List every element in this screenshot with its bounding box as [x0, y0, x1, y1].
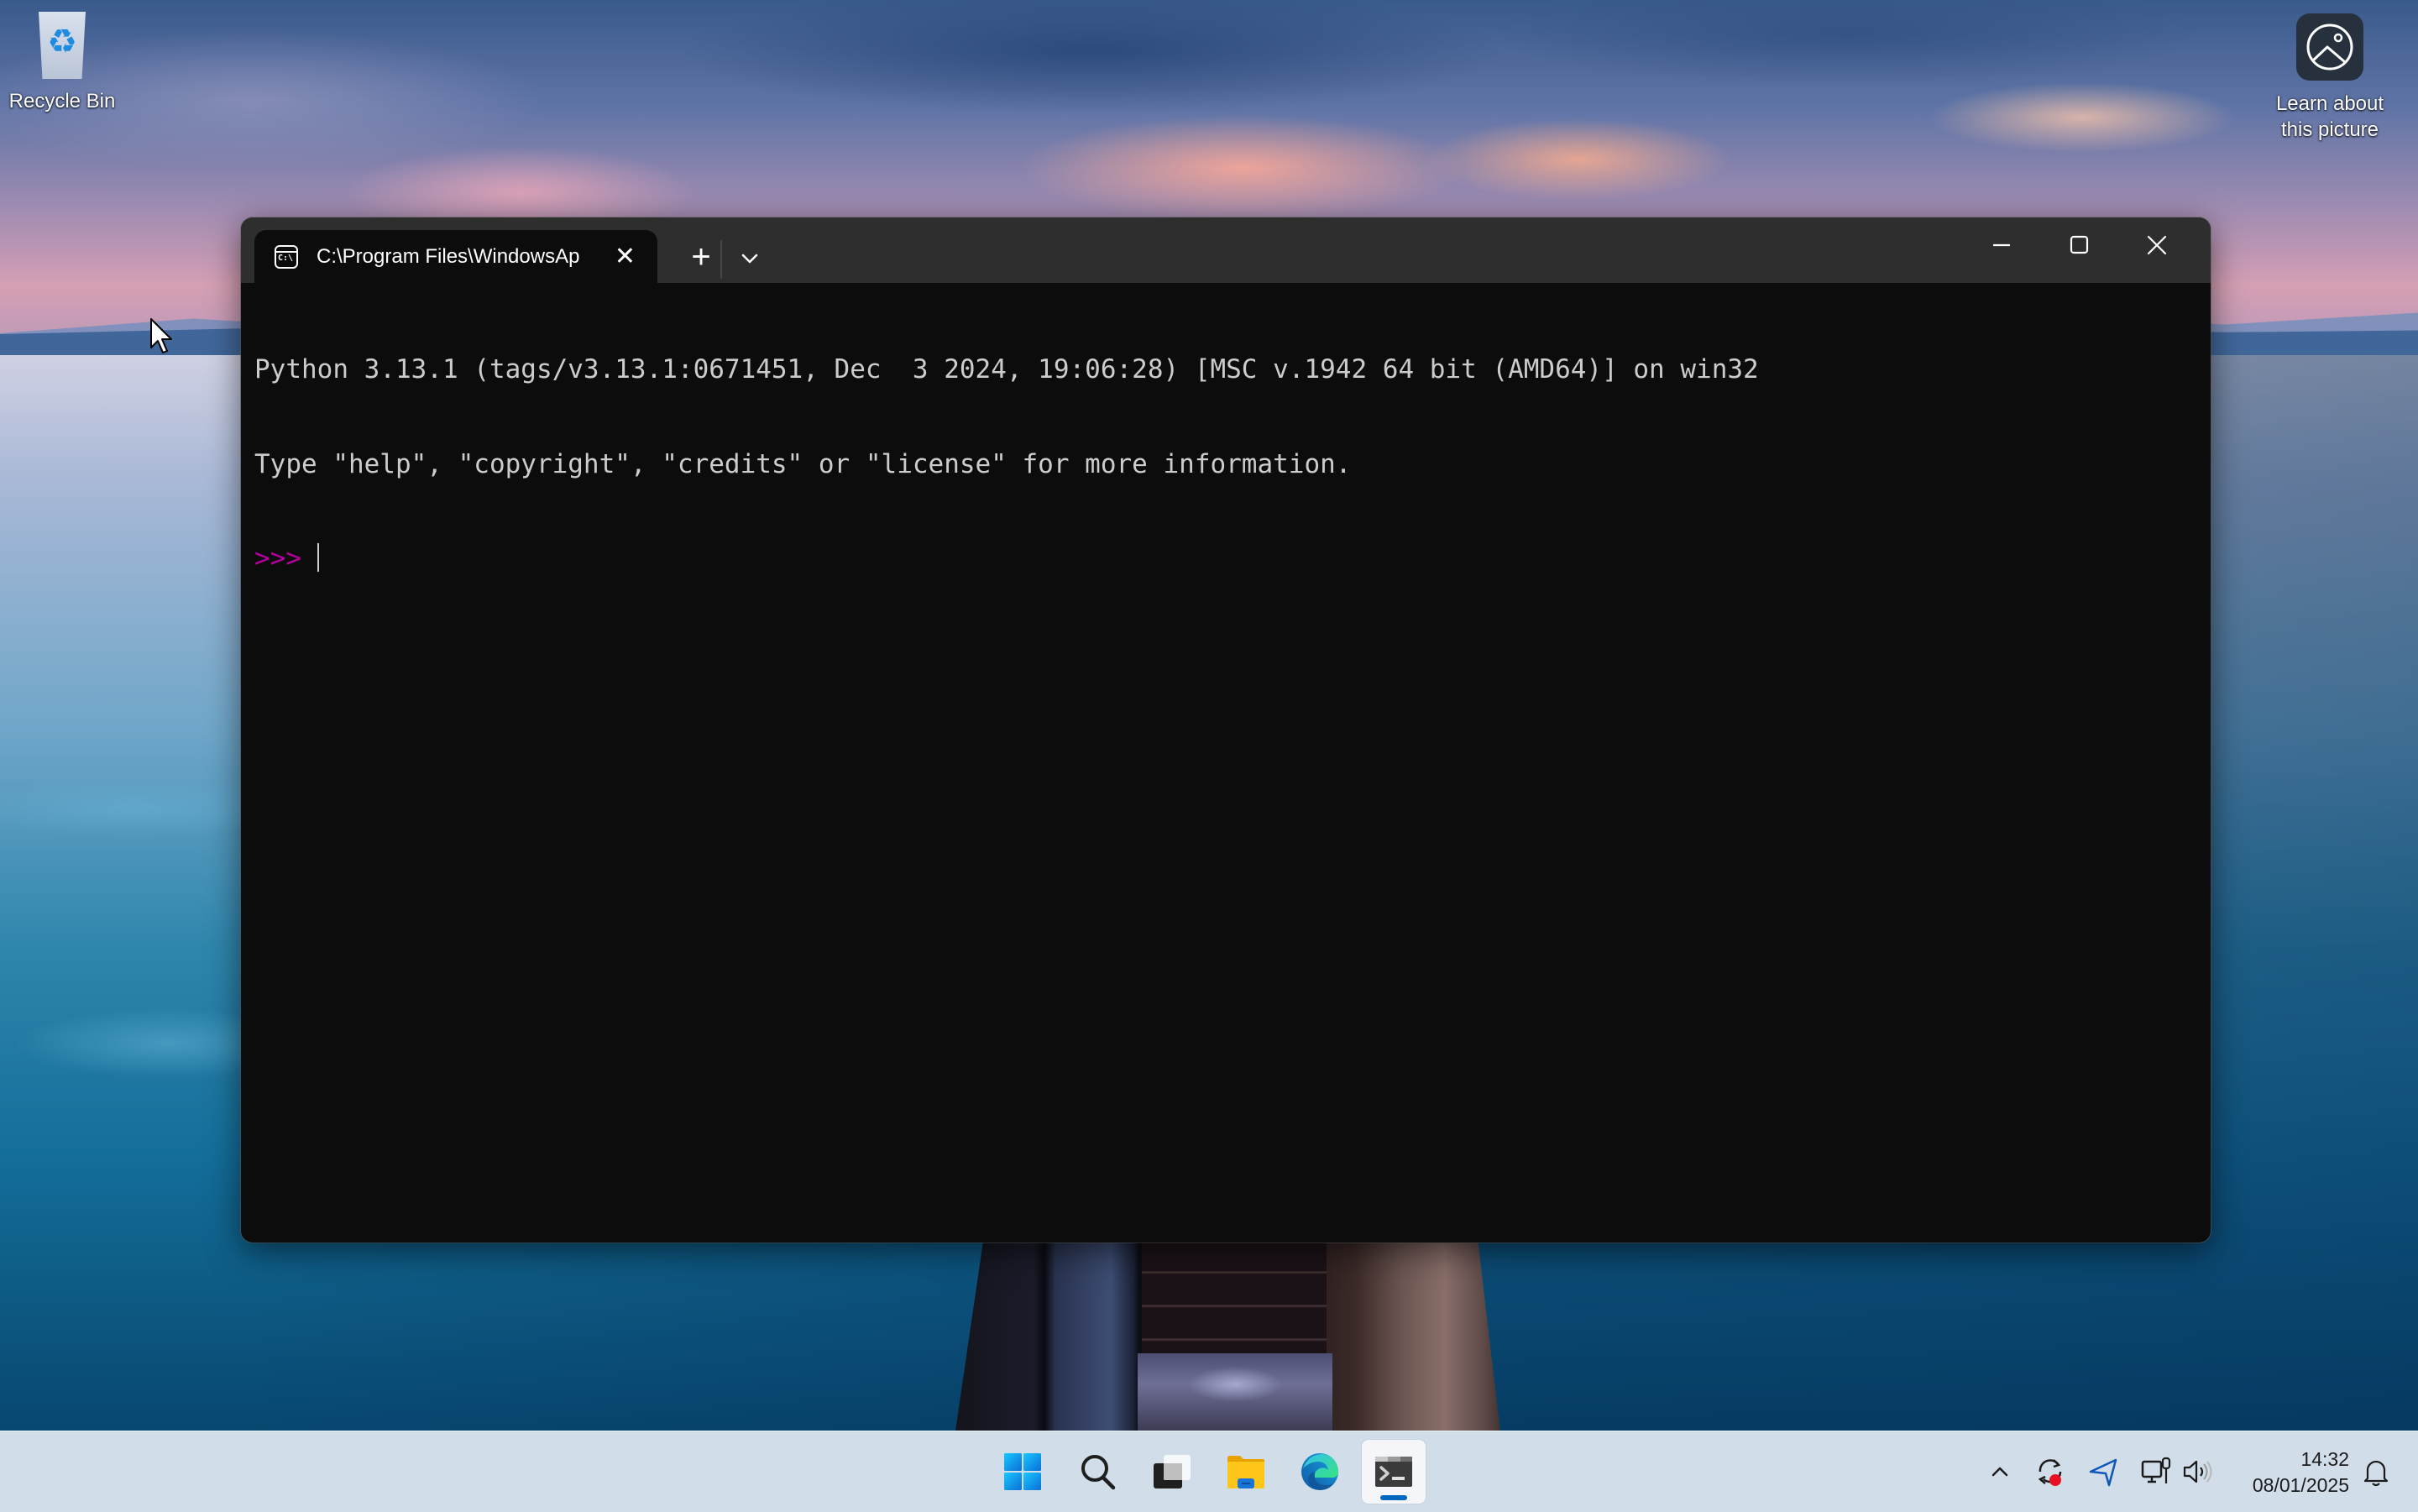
show-hidden-icons-button[interactable] — [1981, 1453, 2018, 1490]
close-window-button[interactable] — [2118, 217, 2196, 269]
label-line-1: Learn about — [2275, 92, 2384, 115]
folder-icon — [1227, 1456, 1264, 1488]
label-line-2: this picture — [2280, 118, 2379, 141]
windows-start-icon — [1004, 1453, 1041, 1490]
search-icon — [1081, 1455, 1116, 1490]
edge-icon — [1301, 1453, 1338, 1490]
terminal-icon — [1375, 1457, 1412, 1487]
bell-icon — [2363, 1460, 2389, 1487]
sync-icon — [2038, 1459, 2062, 1486]
console-output[interactable]: Python 3.13.1 (tags/v3.13.1:0671451, Dec… — [254, 291, 2197, 1243]
title-bar[interactable]: C:\ C:\Program Files\WindowsAp ✕ + — [241, 217, 2211, 284]
mouse-cursor-icon — [150, 318, 172, 353]
minimize-icon — [1993, 243, 2010, 247]
network-button[interactable] — [2139, 1453, 2176, 1490]
taskbar-start-button[interactable] — [991, 1440, 1055, 1504]
active-app-indicator — [1380, 1495, 1407, 1500]
terminal-window: C:\ C:\Program Files\WindowsAp ✕ + Pytho… — [241, 217, 2211, 1243]
minimize-button[interactable] — [1964, 217, 2041, 269]
taskbar-terminal-button[interactable] — [1362, 1440, 1426, 1504]
tab-title: C:\Program Files\WindowsAp — [317, 245, 580, 268]
text-caret — [317, 543, 319, 572]
volume-icon — [2183, 1460, 2212, 1483]
desktop-icon-recycle-bin[interactable]: ♻ Recycle Bin — [7, 10, 118, 114]
tab-close-button[interactable]: ✕ — [615, 242, 636, 272]
command-prompt-icon-text: C:\ — [278, 254, 294, 263]
new-tab-button[interactable]: + — [678, 236, 725, 280]
taskbar-task-view-button[interactable] — [1138, 1440, 1202, 1504]
tab-dropdown-button[interactable] — [726, 236, 773, 280]
console-input-line[interactable]: >>> — [254, 543, 2197, 575]
recycle-bin-icon: ♻ — [35, 10, 89, 81]
taskbar-clock[interactable]: 14:32 08/01/2025 — [2225, 1447, 2349, 1499]
recycle-bin-label: Recycle Bin — [8, 90, 116, 112]
volume-button[interactable] — [2180, 1453, 2216, 1490]
tab-separator — [720, 240, 722, 279]
clock-time: 14:32 — [2300, 1448, 2349, 1470]
close-icon — [2147, 235, 2167, 255]
taskbar: 14:32 08/01/2025 — [0, 1431, 2418, 1512]
task-view-icon — [1154, 1455, 1191, 1488]
python-prompt: >>> — [254, 543, 317, 573]
sync-status-button[interactable] — [2032, 1453, 2069, 1490]
picture-info-icon — [2296, 13, 2363, 81]
location-icon — [2089, 1458, 2117, 1487]
taskbar-file-explorer-button[interactable] — [1214, 1440, 1278, 1504]
chevron-up-icon — [1991, 1467, 2008, 1477]
tab-command-prompt[interactable]: C:\ C:\Program Files\WindowsAp ✕ — [254, 230, 657, 284]
learn-about-picture-label: Learn about this picture — [2267, 91, 2393, 143]
network-icon — [2141, 1457, 2171, 1483]
console-line: Python 3.13.1 (tags/v3.13.1:0671451, Dec… — [254, 354, 1759, 385]
taskbar-edge-button[interactable] — [1288, 1440, 1352, 1504]
taskbar-search-button[interactable] — [1066, 1440, 1130, 1504]
console-line: Type "help", "copyright", "credits" or "… — [254, 448, 1352, 479]
location-button[interactable] — [2086, 1453, 2122, 1490]
maximize-icon — [2070, 235, 2089, 254]
notifications-button[interactable] — [2358, 1453, 2394, 1490]
desktop-icon-learn-about-picture[interactable]: Learn about this picture — [2267, 13, 2393, 143]
clock-date: 08/01/2025 — [2252, 1474, 2349, 1496]
wallpaper-pier-lit-section — [1138, 1353, 1332, 1431]
command-prompt-icon: C:\ — [275, 245, 298, 269]
chevron-down-icon — [741, 254, 758, 264]
maximize-button[interactable] — [2041, 217, 2118, 269]
